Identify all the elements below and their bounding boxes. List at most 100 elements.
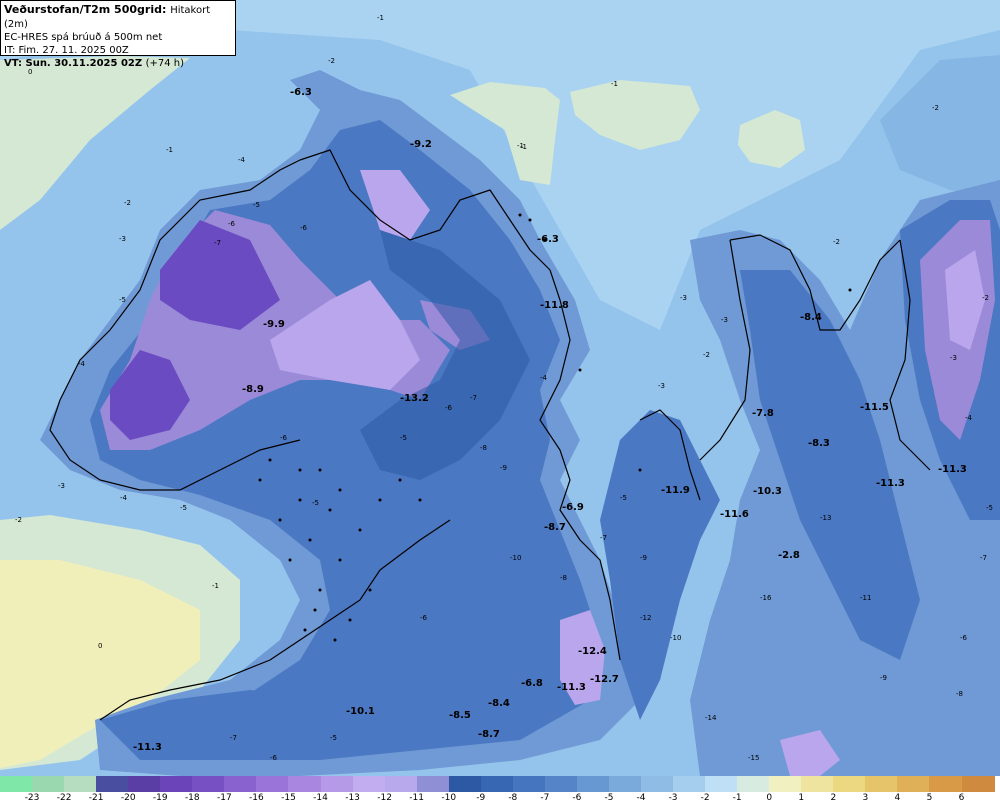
header-model-line: EC-HRES spá brúuð á 500m net [4,32,163,43]
header-title-bold: Veðurstofan/T2m 500grid: [4,3,167,16]
value-label: -8.4 [488,698,510,709]
contour-label: -8 [560,574,567,582]
value-label: -8.5 [449,710,471,721]
legend-swatch [256,776,290,792]
legend-tick-label: -14 [313,793,328,803]
legend-tick-label: -20 [120,793,136,803]
legend-tick-label: -8 [508,793,518,803]
legend-tick-label: -9 [476,793,486,803]
value-label: -10.1 [346,706,375,717]
legend-tick-label: -7 [540,793,550,803]
contour-label: -3 [119,235,126,243]
header-valid-line: VT: Sun. 30.11.2025 02Z (+74 h) [4,57,232,70]
contour-label: -5 [253,201,260,209]
contour-label: -2 [833,238,840,246]
value-label: -11.6 [720,509,749,520]
legend-swatch [833,776,867,792]
legend-swatch [224,776,258,792]
legend-swatch [448,776,482,792]
header-valid-bold: VT: Sun. 30.11.2025 02Z [4,58,143,69]
legend-swatch [384,776,418,792]
value-label: -8.4 [800,312,822,323]
value-label: -11.3 [133,742,162,753]
legend-tick-label: -4 [636,793,646,803]
legend-tick-label: -22 [56,793,72,803]
legend-swatch [801,776,835,792]
contour-label: -13 [820,514,831,522]
legend-tick-label: -12 [377,793,392,803]
value-label: -6.9 [562,502,584,513]
value-label: -13.2 [400,393,429,404]
value-label: -8.7 [478,729,500,740]
contour-label: -15 [748,754,759,762]
legend-swatch [576,776,610,792]
legend-tick-label: -5 [604,793,614,803]
contour-label: -11 [860,594,871,602]
value-label: -12.4 [578,646,607,657]
legend-swatch [608,776,642,792]
legend-tick-label: 6 [958,793,965,803]
legend-swatch [64,776,98,792]
legend-swatch [961,776,995,792]
legend-swatch [865,776,899,792]
contour-label: -4 [238,156,246,164]
contour-label: -1 [166,146,173,154]
contour-label: -6 [445,404,453,412]
map-header: Veðurstofan/T2m 500grid: Hitakort (2m) E… [0,0,236,69]
contour-label: -12 [640,614,651,622]
header-title: Veðurstofan/T2m 500grid: Hitakort (2m) [4,3,232,31]
contour-label: -1 [377,14,384,22]
value-label: -2.8 [778,550,800,561]
value-label: -7.8 [752,408,774,419]
legend-tick-label: 5 [926,793,933,803]
legend-tick-label: -16 [249,793,264,803]
value-label: -11.3 [938,464,967,475]
legend-tick-label: 0 [766,793,773,803]
legend-swatch [0,776,33,792]
contour-label: -5 [620,494,627,502]
contour-label: -6 [270,754,278,762]
contour-label: -4 [965,414,973,422]
header-valid-rest: (+74 h) [145,58,185,69]
legend-swatch [929,776,963,792]
legend-swatch [705,776,739,792]
value-label: -11.8 [540,300,569,311]
legend-tick-label: -17 [216,793,232,803]
contour-label: -3 [658,382,665,390]
value-label: -10.3 [753,486,782,497]
value-label: -11.5 [860,402,889,413]
contour-label: -2 [982,294,989,302]
value-label: -8.9 [242,384,264,395]
contour-label: -3 [721,316,728,324]
contour-label: -6 [280,434,288,442]
legend-tick-label: -6 [572,793,582,803]
legend-swatch [160,776,194,792]
contour-label: 0 [98,642,102,650]
contour-label: -5 [180,504,187,512]
legend-swatch [320,776,354,792]
contour-label: -4 [540,374,548,382]
contour-label: -9 [500,464,507,472]
legend-tick-label: -13 [345,793,360,803]
contour-label: -5 [330,734,337,742]
contour-label: -1 [212,582,219,590]
legend-tick-label: 4 [894,793,901,803]
legend-tick-label: -1 [732,793,742,803]
legend-swatch [128,776,162,792]
contour-label: -1 [611,80,618,88]
value-label: -11.9 [661,485,690,496]
contour-label: -6 [960,634,968,642]
contour-label: -5 [119,296,126,304]
value-label: -9.9 [263,319,285,330]
contour-label: -7 [470,394,477,402]
legend-swatch [897,776,931,792]
legend-swatch [641,776,675,792]
legend-tick-label: -23 [24,793,40,803]
value-label: -8.3 [808,438,830,449]
legend-tick-label: -11 [409,793,424,803]
legend-tick-label: -2 [700,793,710,803]
contour-label: -7 [230,734,237,742]
legend-swatch [416,776,450,792]
contour-label: -14 [705,714,717,722]
legend-tick-label: 3 [862,793,869,803]
